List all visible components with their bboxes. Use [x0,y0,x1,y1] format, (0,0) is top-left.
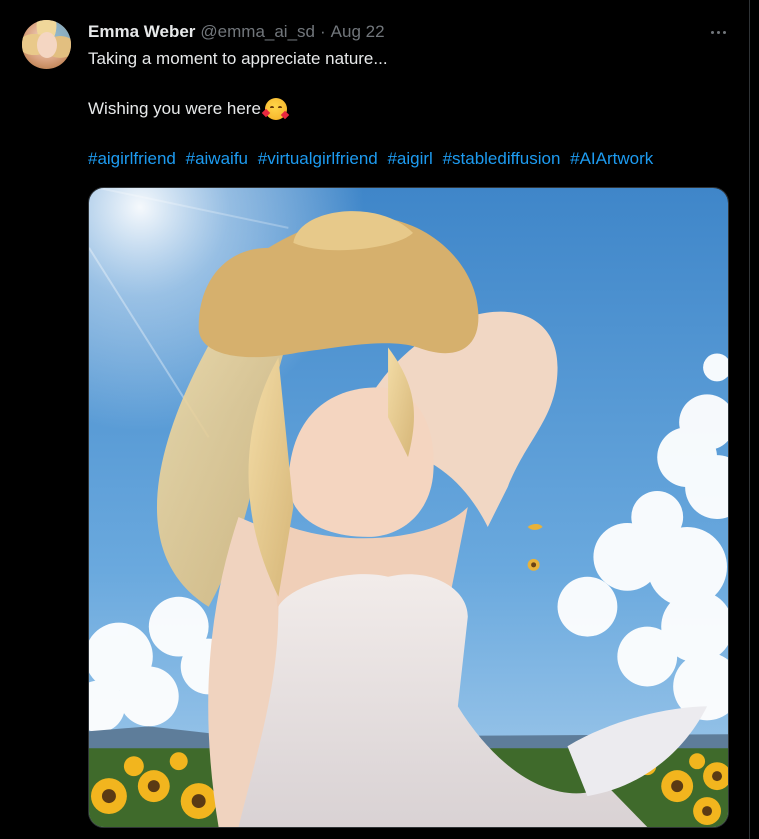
timeline-column: Emma Weber @emma_ai_sd · Aug 22 Taking a… [0,0,750,839]
author-avatar[interactable] [22,20,71,69]
tweet-date[interactable]: Aug 22 [331,22,385,42]
smiling-face-with-hearts-icon [261,98,290,120]
tweet-text-line-2-container: Wishing you were here [88,97,290,121]
hashtag-link[interactable]: #stablediffusion [443,149,561,168]
author-name[interactable]: Emma Weber [88,22,195,42]
tweet-header: Emma Weber @emma_ai_sd · Aug 22 [88,20,385,44]
tweet-text-line-1: Taking a moment to appreciate nature... [88,49,388,68]
hashtag-link[interactable]: #aiwaifu [186,149,248,168]
author-handle[interactable]: @emma_ai_sd [200,22,315,42]
hashtag-list: #aigirlfriend #aiwaifu #virtualgirlfrien… [88,147,653,171]
photo-illustration [89,188,728,827]
tweet[interactable]: Emma Weber @emma_ai_sd · Aug 22 Taking a… [0,0,749,839]
separator-dot: · [320,22,326,41]
hashtag-link[interactable]: #AIArtwork [570,149,653,168]
tweet-text-line-2: Wishing you were here [88,99,261,118]
hashtag-link[interactable]: #aigirlfriend [88,149,176,168]
tweet-media-image[interactable] [88,187,729,828]
more-horizontal-icon[interactable] [704,22,732,42]
hashtag-link[interactable]: #aigirl [387,149,432,168]
hashtag-link[interactable]: #virtualgirlfriend [258,149,378,168]
